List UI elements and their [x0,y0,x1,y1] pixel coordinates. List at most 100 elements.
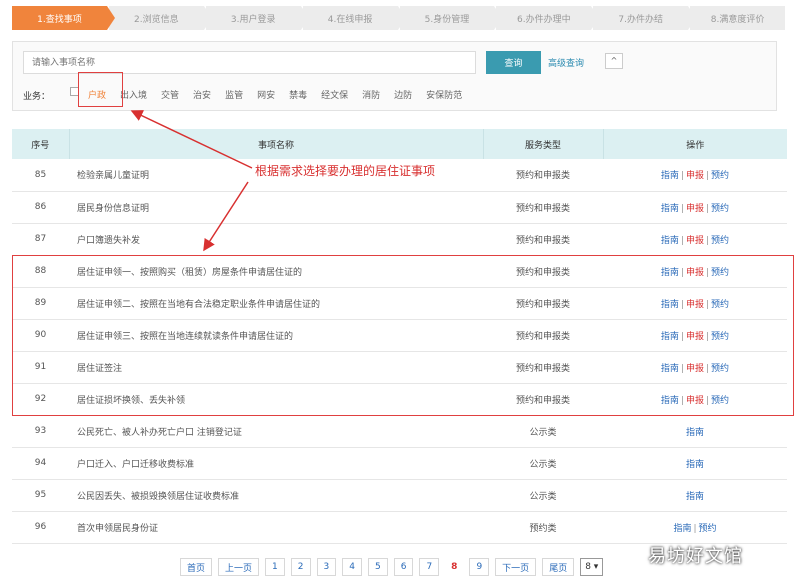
op-link[interactable]: 预约 [711,204,729,214]
page-number-button[interactable]: 9 [469,558,490,576]
row-number: 90 [34,330,47,340]
page-number-button[interactable]: 8 [445,558,464,576]
advanced-search-link[interactable]: 高级查询 [548,56,584,69]
last-page-button[interactable]: 尾页 [542,558,575,576]
op-link[interactable]: 指南 [661,236,679,246]
op-separator: | [680,299,684,310]
op-link[interactable]: 指南 [686,428,704,438]
op-link[interactable]: 申报 [686,236,704,246]
op-separator: | [680,363,684,374]
header-num: 序号 [12,129,70,159]
selected-category-highlight [78,72,123,107]
op-link[interactable]: 申报 [686,268,704,278]
row-number: 86 [34,202,47,212]
step-7: 7.办件办结 [593,6,696,30]
search-input[interactable] [23,51,476,74]
op-link[interactable]: 预约 [711,396,729,406]
op-link[interactable]: 申报 [686,300,704,310]
page-number-button[interactable]: 1 [265,558,285,576]
step-5: 5.身份管理 [399,6,503,30]
row-number: 92 [34,394,47,404]
header-name: 事项名称 [69,129,484,159]
op-link[interactable]: 预约 [711,268,729,278]
page-number-button[interactable]: 5 [367,558,388,576]
op-link[interactable]: 申报 [686,396,704,406]
prev-page-button[interactable]: 上一页 [218,558,260,576]
op-link[interactable]: 指南 [661,171,679,181]
category-item[interactable]: 经文保 [321,88,348,101]
row-matter-name: 居住证申领一、按照购买（租赁）房屋条件申请居住证的 [77,267,303,278]
category-item[interactable]: 出入境 [120,88,147,101]
table-row: 94 户口迁入、户口迁移收费标准 公示类 指南 [12,447,787,479]
page-number-button[interactable]: 2 [290,558,311,576]
op-link[interactable]: 申报 [686,364,704,374]
row-number: 93 [34,426,47,436]
op-separator: | [680,267,684,278]
op-link[interactable]: 申报 [686,332,704,342]
next-page-button[interactable]: 下一页 [495,558,537,576]
matter-table: 序号 事项名称 服务类型 操作 85 检验亲属儿童证明 预约和申报类 指南 | 申报 | 预约… [12,129,787,544]
page-number-button[interactable]: 4 [342,558,362,576]
collapse-up-icon[interactable]: ^ [605,53,623,69]
row-matter-name: 户口迁入、户口迁移收费标准 [77,459,195,470]
op-link[interactable]: 指南 [661,300,679,310]
row-operations: 指南 [603,447,787,479]
row-matter-name: 居住证申领三、按照在当地连续就读条件申请居住证的 [77,331,294,342]
category-item[interactable]: 消防 [362,88,380,101]
row-matter-name: 居住证损坏换领、丢失补领 [77,395,186,406]
op-link[interactable]: 预约 [711,364,729,374]
header-type: 服务类型 [483,129,604,159]
op-link[interactable]: 指南 [661,364,679,374]
op-link[interactable]: 申报 [686,204,704,214]
op-link[interactable]: 预约 [699,524,717,534]
table-row: 95 公民因丢失、被损毁换领居住证收费标准 公示类 指南 [12,479,787,511]
op-separator: | [706,267,710,278]
row-number: 91 [34,362,47,372]
op-link[interactable]: 指南 [661,396,679,406]
category-item[interactable]: 安保防范 [426,88,462,101]
op-link[interactable]: 申报 [686,171,704,181]
category-item[interactable]: 交管 [161,88,179,101]
step-3: 3.用户登录 [205,6,309,30]
op-link[interactable]: 指南 [686,492,704,502]
op-link[interactable]: 指南 [661,204,679,214]
category-item[interactable]: 边防 [394,88,412,101]
op-link[interactable]: 指南 [686,460,704,470]
page-select[interactable]: 8 ▾ [580,558,604,576]
op-link[interactable]: 指南 [661,268,679,278]
search-button[interactable]: 查询 [486,51,541,74]
row-service-type: 预约和申报类 [515,171,570,182]
category-item[interactable]: 禁毒 [289,88,307,101]
pagination: 首页 上一页 123456789 下一页 尾页 8 ▾ [180,558,604,576]
business-categories: 户政 出入境 交管 治安 监管 网安 禁毒 经文保 消防 边防 安保防范 [88,88,476,101]
table-row: 93 公民死亡、被人补办死亡户口 注销登记证 公示类 指南 [12,415,787,447]
search-panel: 查询 高级查询 ^ 业务： 户政出入境交管治安监管网安禁毒经文保消防边防安保防范 [12,41,777,111]
row-matter-name: 公民因丢失、被损毁换领居住证收费标准 [77,491,240,502]
table-row: 87 户口簿遗失补发 预约和申报类 指南 | 申报 | 预约 [12,223,787,255]
page-number-button[interactable]: 3 [316,558,337,576]
op-separator: | [706,395,710,406]
category-item[interactable]: 监管 [225,88,243,101]
row-number: 88 [34,266,47,276]
row-service-type: 预约和申报类 [515,235,570,246]
page-number-button[interactable]: 6 [393,558,414,576]
op-link[interactable]: 预约 [711,171,729,181]
row-matter-name: 居住证签注 [77,363,123,374]
row-number: 96 [34,522,47,532]
first-page-button[interactable]: 首页 [180,558,213,576]
annotation-text: 根据需求选择要办理的居住证事项 [253,162,438,179]
op-link[interactable]: 预约 [711,332,729,342]
op-link[interactable]: 预约 [711,236,729,246]
op-link[interactable]: 指南 [673,524,691,534]
op-link[interactable]: 预约 [711,300,729,310]
row-operations: 指南 | 申报 | 预约 [603,255,787,287]
op-link[interactable]: 指南 [661,332,679,342]
category-item[interactable]: 治安 [193,88,211,101]
row-number: 94 [34,458,47,468]
op-separator: | [706,331,710,342]
row-operations: 指南 | 申报 | 预约 [603,351,787,383]
category-item[interactable]: 网安 [257,88,275,101]
row-operations: 指南 | 申报 | 预约 [603,223,787,255]
page-number-button[interactable]: 7 [419,558,440,576]
page-numbers: 123456789 [265,558,495,576]
